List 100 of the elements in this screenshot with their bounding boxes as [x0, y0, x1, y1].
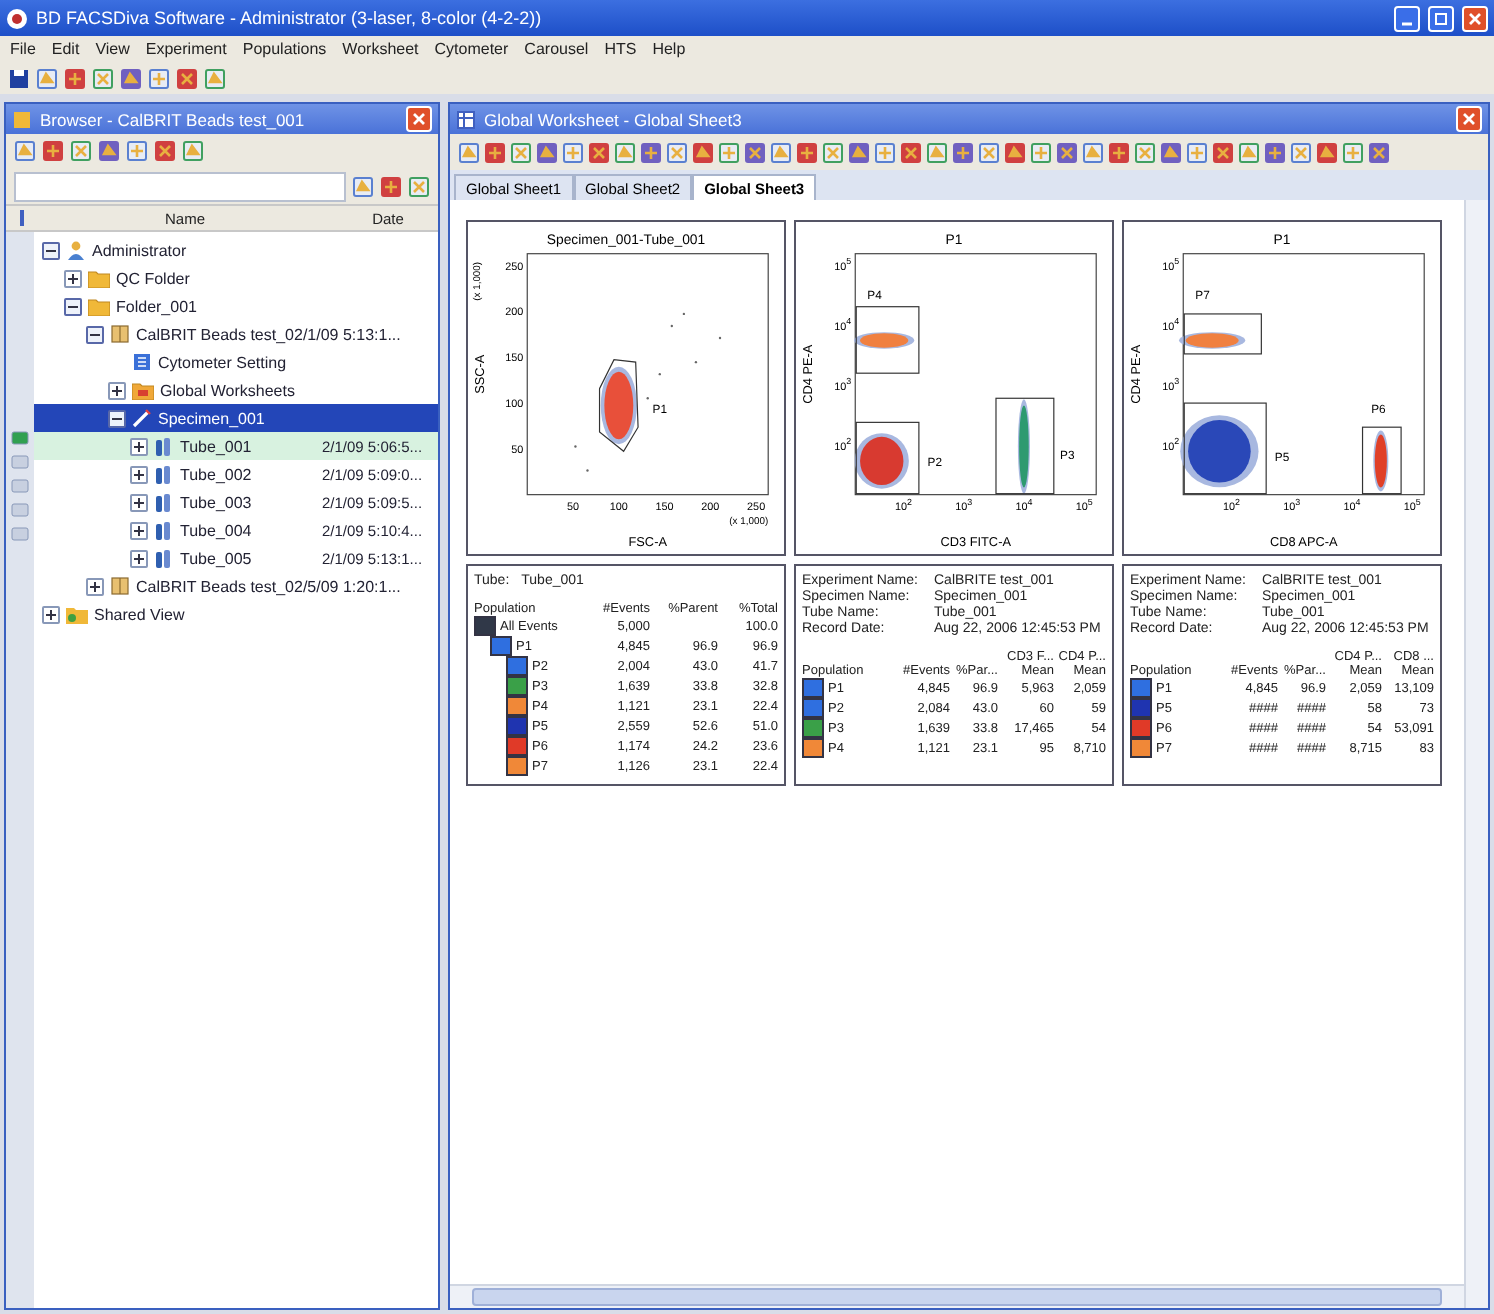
- tool-icon[interactable]: [1108, 141, 1130, 163]
- tool-icon[interactable]: [204, 67, 226, 89]
- tree-item[interactable]: Shared View: [34, 600, 438, 628]
- menu-item[interactable]: Experiment: [145, 40, 227, 58]
- minimize-button[interactable]: [1394, 5, 1420, 31]
- tool-icon[interactable]: [900, 141, 922, 163]
- tool-icon[interactable]: [182, 140, 204, 162]
- tool-icon[interactable]: [408, 175, 430, 197]
- tool-icon[interactable]: [92, 67, 114, 89]
- expand-icon[interactable]: [130, 549, 148, 567]
- gate-outline[interactable]: [598, 359, 639, 453]
- tree-item[interactable]: QC Folder: [34, 264, 438, 292]
- menu-item[interactable]: Carousel: [524, 40, 589, 58]
- tool-icon[interactable]: [1264, 141, 1286, 163]
- tool-icon[interactable]: [1212, 141, 1234, 163]
- tool-icon[interactable]: [1368, 141, 1390, 163]
- expand-icon[interactable]: [108, 381, 126, 399]
- tool-icon[interactable]: [822, 141, 844, 163]
- scrollbar-thumb[interactable]: [472, 1288, 1442, 1306]
- gate-outline[interactable]: [1361, 426, 1402, 495]
- tool-icon[interactable]: [718, 141, 740, 163]
- menu-item[interactable]: Populations: [242, 40, 327, 58]
- tool-icon[interactable]: [744, 141, 766, 163]
- gate-outline[interactable]: [855, 306, 920, 374]
- tool-icon[interactable]: [614, 141, 636, 163]
- tool-icon[interactable]: [1290, 141, 1312, 163]
- tree-item[interactable]: Global Worksheets: [34, 376, 438, 404]
- tool-icon[interactable]: [484, 141, 506, 163]
- tool-icon[interactable]: [1082, 141, 1104, 163]
- tool-icon[interactable]: [640, 141, 662, 163]
- tool-icon[interactable]: [588, 141, 610, 163]
- tool-icon[interactable]: [510, 141, 532, 163]
- tool-icon[interactable]: [562, 141, 584, 163]
- collapse-icon[interactable]: [42, 241, 60, 259]
- gate-outline[interactable]: [995, 397, 1055, 495]
- collapse-icon[interactable]: [86, 325, 104, 343]
- menu-item[interactable]: Help: [652, 40, 686, 58]
- tool-icon[interactable]: [42, 140, 64, 162]
- tool-icon[interactable]: [126, 140, 148, 162]
- tool-icon[interactable]: [536, 141, 558, 163]
- tool-icon[interactable]: [692, 141, 714, 163]
- expand-icon[interactable]: [130, 437, 148, 455]
- close-button[interactable]: [1456, 106, 1482, 132]
- tool-icon[interactable]: [1030, 141, 1052, 163]
- tool-icon[interactable]: [1316, 141, 1338, 163]
- expand-icon[interactable]: [130, 521, 148, 539]
- menu-item[interactable]: HTS: [604, 40, 637, 58]
- menu-item[interactable]: File: [10, 40, 36, 58]
- gate-outline[interactable]: [855, 421, 920, 495]
- tool-icon[interactable]: [1186, 141, 1208, 163]
- tool-icon[interactable]: [1160, 141, 1182, 163]
- tool-icon[interactable]: [148, 67, 170, 89]
- gate-outline[interactable]: [1183, 313, 1262, 355]
- tree-item[interactable]: Administrator: [34, 236, 438, 264]
- expand-icon[interactable]: [86, 577, 104, 595]
- tool-icon[interactable]: [770, 141, 792, 163]
- expand-icon[interactable]: [130, 493, 148, 511]
- tool-icon[interactable]: [458, 141, 480, 163]
- close-button[interactable]: [1462, 5, 1488, 31]
- tool-icon[interactable]: [14, 140, 36, 162]
- tree-item[interactable]: CalBRIT Beads test_02/5/09 1:20:1...: [34, 572, 438, 600]
- tool-icon[interactable]: [952, 141, 974, 163]
- tool-icon[interactable]: [666, 141, 688, 163]
- tool-icon[interactable]: [1342, 141, 1364, 163]
- tool-icon[interactable]: [176, 67, 198, 89]
- tool-icon[interactable]: [1004, 141, 1026, 163]
- tool-icon[interactable]: [1056, 141, 1078, 163]
- tool-icon[interactable]: [98, 140, 120, 162]
- tree-item[interactable]: CalBRIT Beads test_02/1/09 5:13:1...: [34, 320, 438, 348]
- tool-icon[interactable]: [352, 175, 374, 197]
- tree-item[interactable]: Folder_001: [34, 292, 438, 320]
- tree-item[interactable]: Specimen_001: [34, 404, 438, 432]
- save-icon[interactable]: [8, 67, 30, 89]
- tool-icon[interactable]: [154, 140, 176, 162]
- collapse-icon[interactable]: [64, 297, 82, 315]
- menu-item[interactable]: Edit: [51, 40, 80, 58]
- expand-icon[interactable]: [42, 605, 60, 623]
- tool-icon[interactable]: [848, 141, 870, 163]
- tool-icon[interactable]: [796, 141, 818, 163]
- tree-item[interactable]: Cytometer Setting: [34, 348, 438, 376]
- tool-icon[interactable]: [120, 67, 142, 89]
- tool-icon[interactable]: [1238, 141, 1260, 163]
- expand-icon[interactable]: [64, 269, 82, 287]
- tool-icon[interactable]: [70, 140, 92, 162]
- scrollbar[interactable]: [1464, 200, 1488, 1308]
- tool-icon[interactable]: [874, 141, 896, 163]
- gate-outline[interactable]: [1183, 402, 1267, 495]
- expand-icon[interactable]: [130, 465, 148, 483]
- tool-icon[interactable]: [64, 67, 86, 89]
- close-button[interactable]: [406, 106, 432, 132]
- tool-icon[interactable]: [926, 141, 948, 163]
- tool-icon[interactable]: [1134, 141, 1156, 163]
- tool-icon[interactable]: [380, 175, 402, 197]
- maximize-button[interactable]: [1428, 5, 1454, 31]
- menu-item[interactable]: Cytometer: [434, 40, 509, 58]
- menu-item[interactable]: View: [95, 40, 130, 58]
- search-field[interactable]: [14, 171, 346, 201]
- tool-icon[interactable]: [978, 141, 1000, 163]
- menu-item[interactable]: Worksheet: [342, 40, 419, 58]
- collapse-icon[interactable]: [108, 409, 126, 427]
